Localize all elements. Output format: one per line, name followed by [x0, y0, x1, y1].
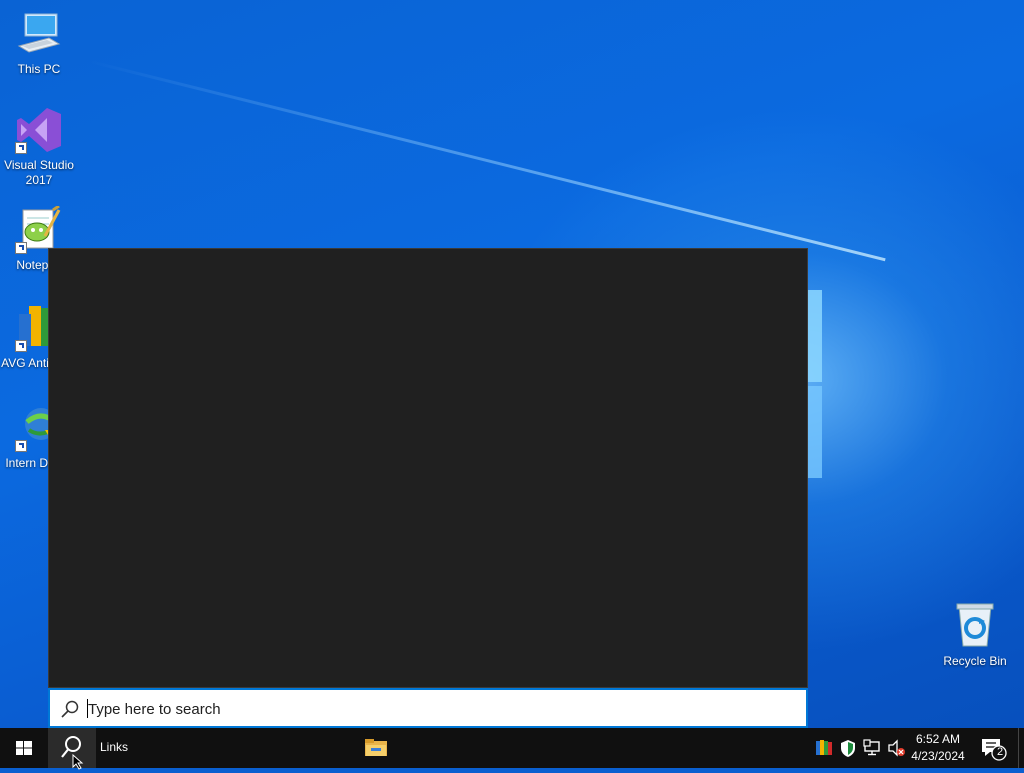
notepad-plus-plus-icon	[15, 204, 63, 254]
start-button[interactable]	[0, 728, 48, 768]
desktop-icon-label: Recycle Bin	[943, 654, 1007, 668]
shortcut-arrow-icon	[15, 142, 27, 154]
recycle-bin-icon	[951, 602, 999, 650]
security-shield-icon[interactable]	[838, 738, 858, 758]
this-pc-icon	[15, 10, 63, 58]
clock-date: 4/23/2024	[911, 749, 965, 763]
clock-time: 6:52 AM	[915, 732, 961, 746]
shortcut-arrow-icon	[15, 340, 27, 352]
shortcut-arrow-icon	[15, 440, 27, 452]
desktop-icon-recycle-bin[interactable]: Recycle Bin	[936, 602, 1014, 669]
wallpaper-light-beam	[89, 60, 886, 262]
notification-count: 2	[996, 746, 1004, 758]
file-explorer-button[interactable]	[352, 728, 400, 768]
volume-muted-icon[interactable]	[886, 738, 906, 758]
desktop-icon-label: This PC	[17, 62, 61, 76]
search-results-panel	[48, 248, 808, 688]
show-desktop-button[interactable]	[1018, 728, 1024, 768]
network-icon[interactable]	[862, 738, 882, 758]
clock[interactable]: 6:52 AM 4/23/2024	[906, 731, 970, 765]
search-input[interactable]	[88, 696, 788, 722]
search-box[interactable]	[48, 688, 808, 728]
desktop-icon-visual-studio[interactable]: Visual Studio 2017	[0, 106, 78, 188]
taskbar: Links 6:52 AM 4/23/2024 2	[0, 728, 1024, 768]
search-icon	[60, 699, 80, 719]
links-toolbar[interactable]: Links	[100, 740, 128, 754]
windows-logo-icon	[16, 741, 32, 755]
desktop-icon-this-pc[interactable]: This PC	[0, 10, 78, 77]
shortcut-arrow-icon	[15, 242, 27, 254]
avg-tray-icon[interactable]	[814, 738, 834, 758]
desktop-icon-label: Visual Studio 2017	[4, 158, 74, 187]
file-explorer-icon	[365, 739, 387, 756]
wallpaper-windows-logo	[808, 290, 822, 480]
visual-studio-icon	[15, 106, 63, 154]
action-center-button[interactable]: 2	[978, 736, 1008, 762]
